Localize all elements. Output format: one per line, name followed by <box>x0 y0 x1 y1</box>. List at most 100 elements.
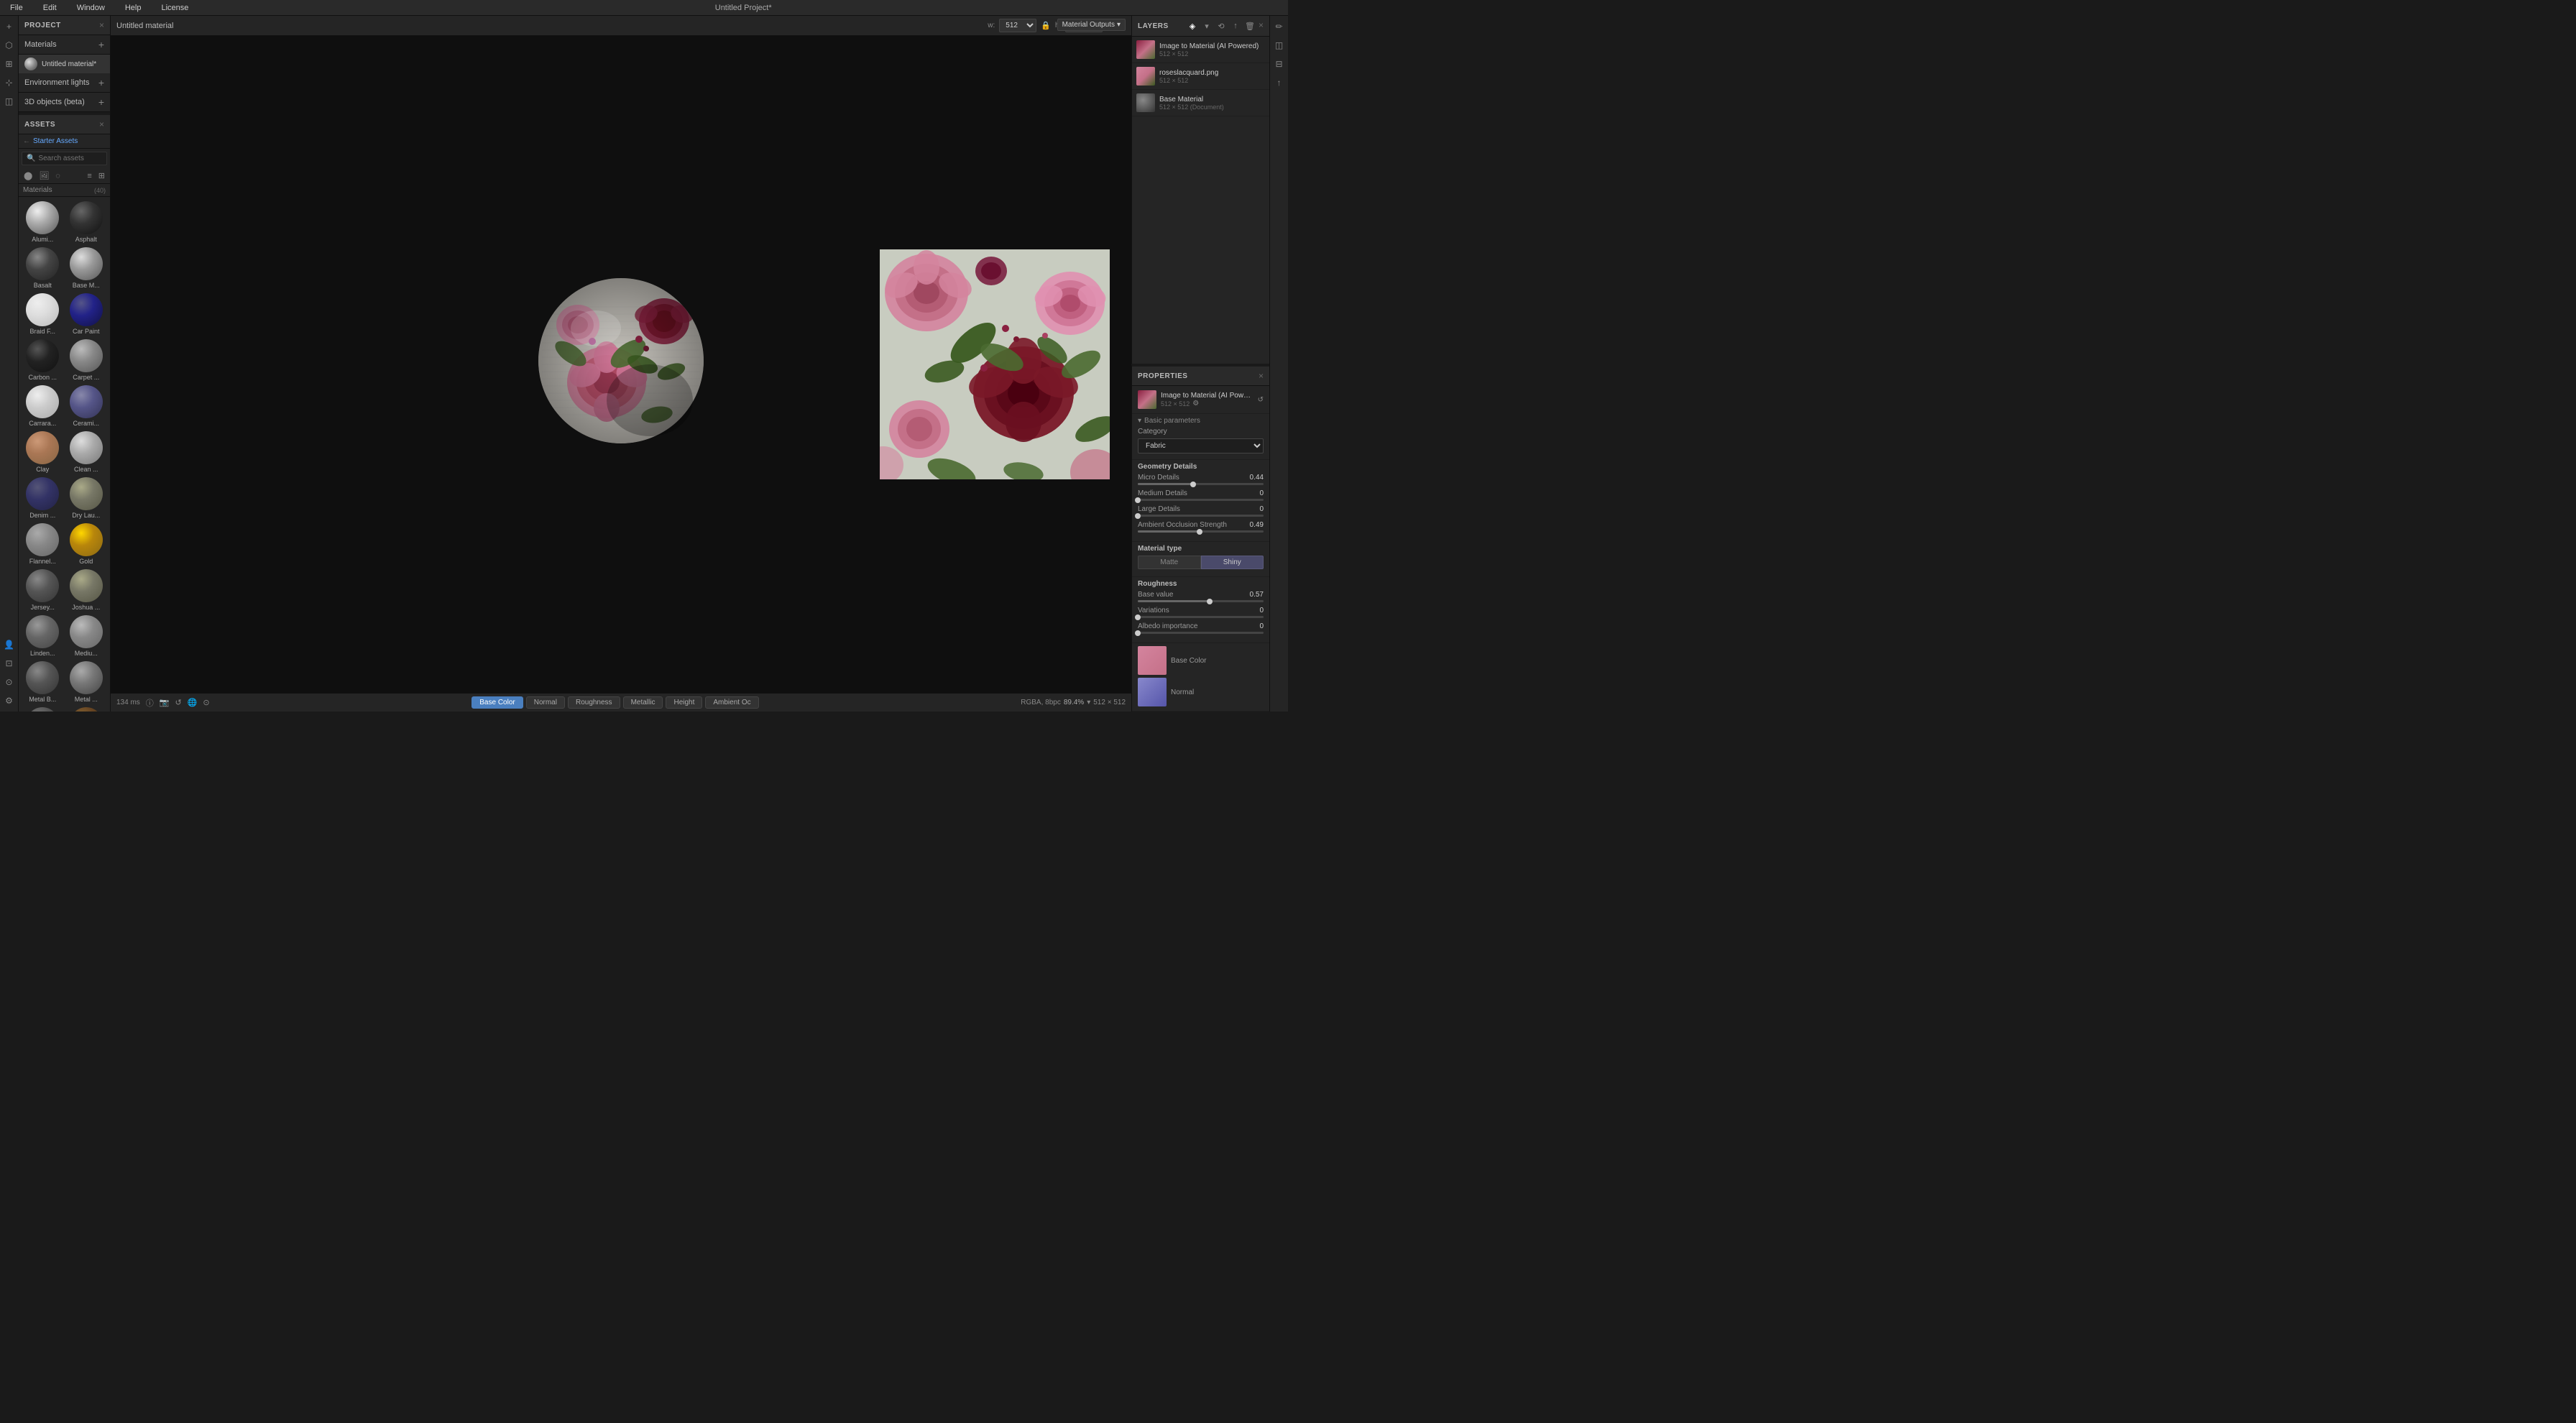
right-tool-pen-icon[interactable]: ✏ <box>1271 19 1287 34</box>
asset-item-14[interactable]: Flannel... <box>22 522 64 566</box>
roughness-var-thumb[interactable] <box>1135 614 1141 620</box>
toolbar-grid-icon[interactable]: ⊹ <box>1 75 17 91</box>
layer-item-image-to-material[interactable]: Image to Material (AI Powered) 512 × 512 <box>1132 37 1269 63</box>
roughness-base-slider[interactable] <box>1138 600 1264 602</box>
ao-slider[interactable] <box>1138 530 1264 533</box>
asset-item-15[interactable]: Gold <box>65 522 108 566</box>
layer-item-base[interactable]: Base Material 512 × 512 (Document) <box>1132 90 1269 116</box>
bottom-tab-ambient-oc[interactable]: Ambient Oc <box>705 696 758 709</box>
search-input[interactable] <box>38 155 102 162</box>
asset-item-7[interactable]: Carpet ... <box>65 338 108 382</box>
menu-item-help[interactable]: Help <box>121 2 146 14</box>
basic-params-toggle[interactable]: ▾ <box>1138 417 1141 425</box>
render-icon[interactable]: ⊙ <box>203 698 209 707</box>
info-icon[interactable]: ⓘ <box>146 697 154 709</box>
asset-item-23[interactable]: Mud <box>65 706 108 712</box>
asset-item-17[interactable]: Joshua ... <box>65 568 108 612</box>
asset-item-12[interactable]: Denim ... <box>22 476 64 520</box>
prop-settings-icon[interactable]: ⚙ <box>1192 400 1199 407</box>
large-details-slider[interactable] <box>1138 515 1264 517</box>
layer-item-roses[interactable]: roseslacquard.png 512 × 512 <box>1132 63 1269 90</box>
right-tool-layers-icon[interactable]: ◫ <box>1271 37 1287 53</box>
micro-details-thumb[interactable] <box>1190 482 1196 487</box>
asset-item-22[interactable]: Mossy... <box>22 706 64 712</box>
asset-item-21[interactable]: Metal ... <box>65 660 108 704</box>
albedo-thumb[interactable] <box>1135 630 1141 636</box>
globe-icon[interactable]: 🌐 <box>188 698 198 707</box>
layers-export-btn[interactable]: ↑ <box>1230 20 1241 32</box>
roughness-base-thumb[interactable] <box>1207 599 1213 604</box>
shiny-btn[interactable]: Shiny <box>1201 556 1264 569</box>
menu-item-license[interactable]: License <box>157 2 193 14</box>
medium-details-slider[interactable] <box>1138 499 1264 501</box>
filter-grid-btn[interactable]: ⊞ <box>96 170 107 182</box>
asset-item-13[interactable]: Dry Lau... <box>65 476 108 520</box>
albedo-slider[interactable] <box>1138 632 1264 634</box>
bottom-tab-roughness[interactable]: Roughness <box>568 696 620 709</box>
filter-image-btn[interactable]: 🖼 <box>37 170 51 182</box>
ao-thumb[interactable] <box>1197 529 1202 535</box>
menu-item-window[interactable]: Window <box>73 2 109 14</box>
asset-item-20[interactable]: Metal B... <box>22 660 64 704</box>
asset-item-16[interactable]: Jersey... <box>22 568 64 612</box>
zoom-dropdown-icon[interactable]: ▾ <box>1087 699 1090 706</box>
asset-item-18[interactable]: Linden... <box>22 614 64 658</box>
assets-close-btn[interactable]: × <box>99 119 104 129</box>
bottom-tab-base-color[interactable]: Base Color <box>472 696 523 709</box>
toolbar-user-icon[interactable]: 👤 <box>1 637 17 653</box>
asset-item-3[interactable]: Base M... <box>65 246 108 290</box>
matte-btn[interactable]: Matte <box>1138 556 1201 569</box>
asset-item-10[interactable]: Clay <box>22 430 64 474</box>
add-env-light-btn[interactable]: + <box>98 77 104 88</box>
toolbar-settings-icon[interactable]: ⚙ <box>1 693 17 709</box>
filter-list-btn[interactable]: ≡ <box>85 170 93 182</box>
layers-refresh-btn[interactable]: ⟲ <box>1215 20 1227 32</box>
asset-item-4[interactable]: Braid F... <box>22 292 64 336</box>
width-select[interactable]: 512 1024 2048 <box>999 19 1036 32</box>
layers-view-mode2-btn[interactable]: ▾ <box>1201 20 1213 32</box>
add-object-btn[interactable]: + <box>98 96 104 108</box>
menu-item-edit[interactable]: Edit <box>39 2 61 14</box>
asset-item-11[interactable]: Clean ... <box>65 430 108 474</box>
filter-sphere-btn[interactable]: ⬤ <box>22 170 34 182</box>
toolbar-crop-icon[interactable]: ⊞ <box>1 56 17 72</box>
category-select[interactable]: Fabric Metal Wood Stone <box>1138 438 1264 453</box>
breadcrumb-back-btn[interactable]: ← <box>23 137 30 145</box>
output-dropdown[interactable]: Material Outputs ▾ <box>1057 19 1126 31</box>
project-close-btn[interactable]: × <box>99 20 104 30</box>
asset-item-5[interactable]: Car Paint <box>65 292 108 336</box>
asset-item-1[interactable]: Asphalt <box>65 200 108 244</box>
menu-item-file[interactable]: File <box>6 2 27 14</box>
toolbar-bottom1-icon[interactable]: ⊡ <box>1 655 17 671</box>
untitled-material-item[interactable]: Untitled material* <box>19 55 110 73</box>
toolbar-bottom2-icon[interactable]: ⊙ <box>1 674 17 690</box>
camera-icon[interactable]: 📷 <box>160 698 170 707</box>
layers-view-mode-btn[interactable]: ◈ <box>1187 20 1198 32</box>
asset-item-2[interactable]: Basalt <box>22 246 64 290</box>
asset-item-9[interactable]: Cerami... <box>65 384 108 428</box>
breadcrumb-link[interactable]: Starter Assets <box>33 137 78 145</box>
bottom-tab-metallic[interactable]: Metallic <box>623 696 663 709</box>
properties-close-btn[interactable]: × <box>1259 371 1264 381</box>
asset-item-19[interactable]: Mediu... <box>65 614 108 658</box>
toolbar-add-icon[interactable]: + <box>1 19 17 34</box>
toolbar-transform-icon[interactable]: ⬡ <box>1 37 17 53</box>
add-material-btn[interactable]: + <box>98 39 104 50</box>
large-details-thumb[interactable] <box>1135 513 1141 519</box>
bottom-tab-height[interactable]: Height <box>666 696 702 709</box>
asset-item-8[interactable]: Carrara... <box>22 384 64 428</box>
right-tool-adjust-icon[interactable]: ⊟ <box>1271 56 1287 72</box>
asset-item-6[interactable]: Carbon ... <box>22 338 64 382</box>
prop-reset-btn[interactable]: ↺ <box>1258 396 1264 404</box>
right-tool-export-icon[interactable]: ↑ <box>1271 75 1287 91</box>
asset-item-0[interactable]: Alumi... <box>22 200 64 244</box>
layers-close-btn[interactable]: × <box>1259 20 1264 32</box>
roughness-var-slider[interactable] <box>1138 616 1264 618</box>
bottom-tab-normal[interactable]: Normal <box>526 696 565 709</box>
search-box[interactable]: 🔍 <box>22 152 107 165</box>
toolbar-layers-icon[interactable]: ◫ <box>1 93 17 109</box>
medium-details-thumb[interactable] <box>1135 497 1141 503</box>
filter-shield-btn[interactable]: ◌ <box>53 170 63 182</box>
layers-trash-btn[interactable]: 🗑 <box>1244 20 1256 32</box>
refresh-icon[interactable]: ↺ <box>175 698 182 707</box>
